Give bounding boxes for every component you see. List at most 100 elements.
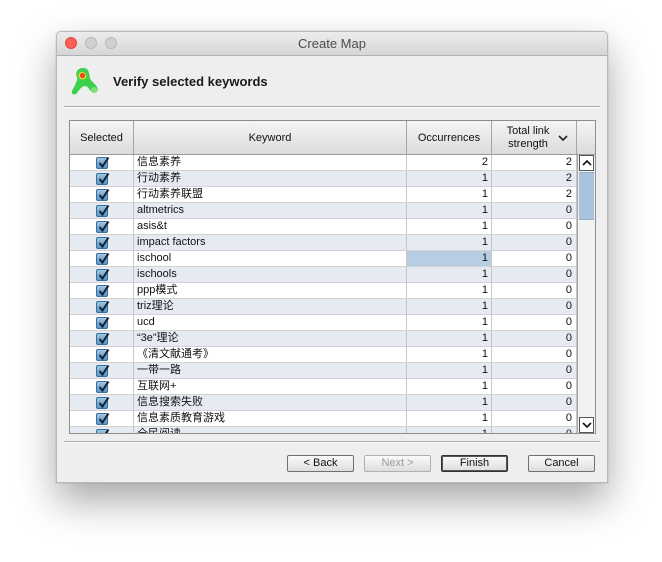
table-row[interactable]: impact factors 1 0 [70, 235, 577, 251]
keyword-checkbox[interactable] [96, 220, 110, 233]
table-row[interactable]: 行动素养 1 2 [70, 171, 577, 187]
keyword-cell: 全民阅读 [134, 427, 407, 433]
keyword-cell: ppp模式 [134, 283, 407, 299]
column-header-selected[interactable]: Selected [70, 121, 134, 154]
cancel-button[interactable]: Cancel [528, 455, 595, 472]
occurrences-cell: 1 [407, 395, 492, 411]
finish-button[interactable]: Finish [441, 455, 508, 472]
keyword-checkbox[interactable] [96, 364, 110, 377]
total-link-strength-cell: 2 [492, 187, 577, 203]
column-header-occurrences[interactable]: Occurrences [407, 121, 492, 154]
checkmark-icon [98, 348, 110, 361]
occurrences-cell: 1 [407, 219, 492, 235]
table-row[interactable]: asis&t 1 0 [70, 219, 577, 235]
back-button[interactable]: < Back [287, 455, 354, 472]
column-header-keyword[interactable]: Keyword [134, 121, 407, 154]
keyword-cell: “3e”理论 [134, 331, 407, 347]
column-header-total-link-strength[interactable]: Total link strength [492, 121, 577, 154]
occurrences-cell: 1 [407, 203, 492, 219]
total-link-label-line2: strength [508, 137, 548, 150]
scrollbar-thumb[interactable] [579, 172, 594, 220]
table-row[interactable]: altmetrics 1 0 [70, 203, 577, 219]
keyword-checkbox[interactable] [96, 204, 110, 217]
selected-cell [70, 395, 134, 411]
table-row[interactable]: 信息素养 2 2 [70, 155, 577, 171]
footer-divider [64, 441, 600, 443]
keyword-cell: triz理论 [134, 299, 407, 315]
keyword-checkbox[interactable] [96, 172, 110, 185]
title-bar: Create Map [57, 32, 607, 56]
total-link-strength-cell: 2 [492, 171, 577, 187]
occurrences-cell: 1 [407, 171, 492, 187]
total-link-label-line1: Total link [506, 124, 550, 137]
scroll-up-button[interactable] [579, 155, 594, 171]
occurrences-cell: 1 [407, 315, 492, 331]
checkmark-icon [98, 252, 110, 265]
vertical-scrollbar[interactable] [577, 155, 595, 433]
selected-cell [70, 267, 134, 283]
total-link-strength-cell: 2 [492, 155, 577, 171]
scroll-down-button[interactable] [579, 417, 594, 433]
table-row[interactable]: 行动素养联盟 1 2 [70, 187, 577, 203]
keyword-cell: altmetrics [134, 203, 407, 219]
selected-cell [70, 363, 134, 379]
occurrences-cell: 1 [407, 427, 492, 433]
selected-cell [70, 331, 134, 347]
selected-cell [70, 187, 134, 203]
keyword-checkbox[interactable] [96, 348, 110, 361]
create-map-dialog: Create Map Verify selected keywords Sele… [56, 31, 608, 483]
table-row[interactable]: ucd 1 0 [70, 315, 577, 331]
checkmark-icon [98, 364, 110, 377]
table-row[interactable]: ischool 1 0 [70, 251, 577, 267]
keyword-checkbox[interactable] [96, 332, 110, 345]
keyword-cell: ucd [134, 315, 407, 331]
keyword-checkbox[interactable] [96, 188, 110, 201]
selected-cell [70, 347, 134, 363]
keyword-cell: 一带一路 [134, 363, 407, 379]
keyword-checkbox[interactable] [96, 428, 110, 433]
table-row[interactable]: 一带一路 1 0 [70, 363, 577, 379]
keyword-checkbox[interactable] [96, 380, 110, 393]
table-body: 信息素养 2 2 行动素养 1 2 行动素养联盟 1 2 altmetrics 1 0 asis&t 1 0… [70, 155, 577, 433]
total-link-strength-cell: 0 [492, 267, 577, 283]
table-row[interactable]: triz理论 1 0 [70, 299, 577, 315]
selected-cell [70, 315, 134, 331]
keyword-cell: impact factors [134, 235, 407, 251]
keyword-checkbox[interactable] [96, 156, 110, 169]
checkmark-icon [98, 268, 110, 281]
table-row[interactable]: 信息搜索失败 1 0 [70, 395, 577, 411]
keyword-cell: 行动素养联盟 [134, 187, 407, 203]
total-link-strength-cell: 0 [492, 299, 577, 315]
keyword-checkbox[interactable] [96, 300, 110, 313]
occurrences-cell: 1 [407, 235, 492, 251]
next-button[interactable]: Next > [364, 455, 431, 472]
step-title: Verify selected keywords [113, 74, 268, 89]
table-row[interactable]: 全民阅读10 [70, 427, 577, 433]
keyword-cell: ischool [134, 251, 407, 267]
table-row[interactable]: 互联网+ 1 0 [70, 379, 577, 395]
table-row[interactable]: ppp模式 1 0 [70, 283, 577, 299]
table-row[interactable]: 《清文献通考》 1 0 [70, 347, 577, 363]
keyword-checkbox[interactable] [96, 236, 110, 249]
table-row[interactable]: “3e”理论 1 0 [70, 331, 577, 347]
keyword-checkbox[interactable] [96, 284, 110, 297]
selected-cell [70, 155, 134, 171]
occurrences-cell: 1 [407, 283, 492, 299]
checkmark-icon [98, 220, 110, 233]
occurrences-cell: 1 [407, 363, 492, 379]
column-header-selected-label: Selected [80, 131, 123, 144]
keyword-checkbox[interactable] [96, 412, 110, 425]
table-row[interactable]: 信息素质教育游戏 1 0 [70, 411, 577, 427]
total-link-strength-cell: 0 [492, 347, 577, 363]
table-row[interactable]: ischools 1 0 [70, 267, 577, 283]
keyword-checkbox[interactable] [96, 252, 110, 265]
keyword-checkbox[interactable] [96, 396, 110, 409]
keyword-checkbox[interactable] [96, 268, 110, 281]
table-header: Selected Keyword Occurrences Total link … [70, 121, 595, 155]
column-header-occurrences-label: Occurrences [417, 131, 481, 144]
total-link-strength-cell: 0 [492, 219, 577, 235]
occurrences-cell: 1 [407, 299, 492, 315]
keyword-cell: ischools [134, 267, 407, 283]
keyword-checkbox[interactable] [96, 316, 110, 329]
total-link-strength-cell: 0 [492, 203, 577, 219]
